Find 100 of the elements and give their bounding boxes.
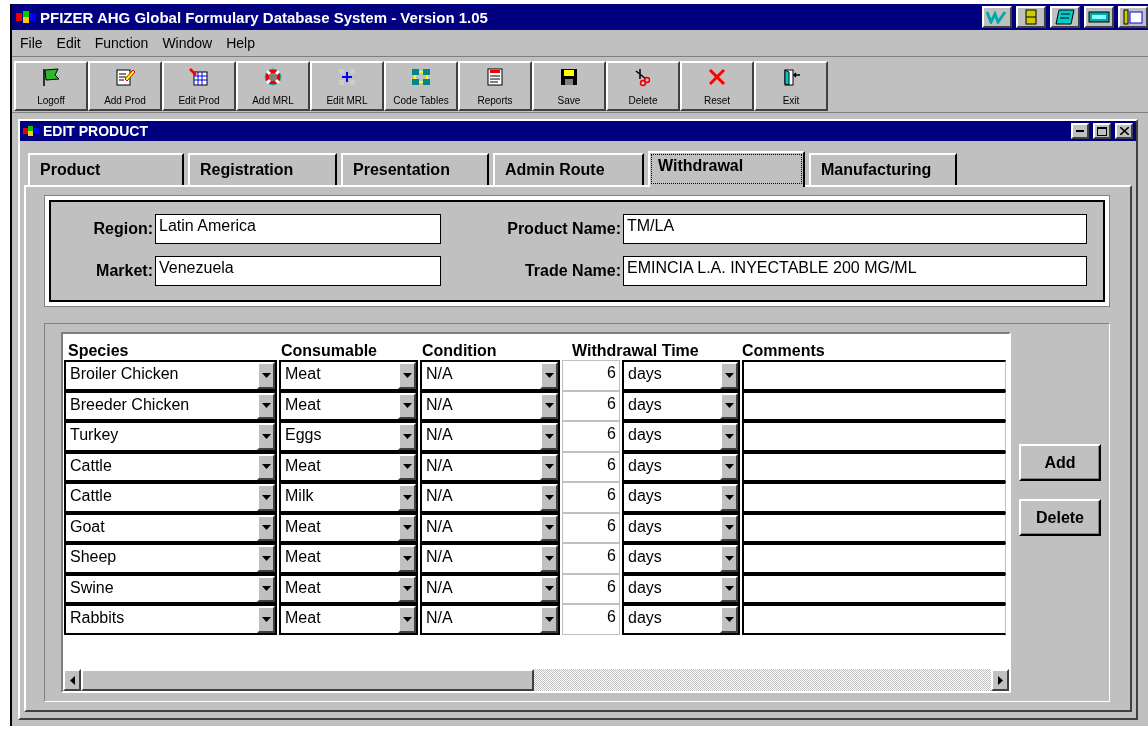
scroll-left-button[interactable]	[63, 669, 81, 691]
combo-box[interactable]: Sheep	[64, 543, 277, 574]
combo-box[interactable]: Turkey	[64, 421, 277, 452]
tray-button[interactable]	[1118, 6, 1148, 28]
toolbar-button[interactable]: Save	[532, 61, 606, 111]
combo-box[interactable]: days	[622, 604, 740, 635]
scroll-thumb[interactable]	[81, 669, 534, 691]
dropdown-button[interactable]	[257, 575, 275, 602]
dropdown-button[interactable]	[398, 484, 416, 511]
dropdown-button[interactable]	[257, 606, 275, 633]
number-field[interactable]: 6	[562, 390, 620, 421]
combo-box[interactable]: Goat	[64, 512, 277, 543]
combo-box[interactable]: Milk	[279, 482, 418, 513]
dropdown-button[interactable]	[398, 575, 416, 602]
dropdown-button[interactable]	[257, 514, 275, 541]
combo-box[interactable]: Meat	[279, 390, 418, 421]
horizontal-scrollbar[interactable]	[63, 669, 1009, 691]
combo-box[interactable]: N/A	[420, 482, 560, 513]
dropdown-button[interactable]	[398, 545, 416, 572]
dropdown-button[interactable]	[540, 392, 558, 419]
toolbar-button[interactable]: Logoff	[14, 61, 88, 111]
dropdown-button[interactable]	[540, 575, 558, 602]
dropdown-button[interactable]	[398, 392, 416, 419]
action-button[interactable]: Delete	[1019, 499, 1101, 536]
number-field[interactable]: 6	[562, 421, 620, 452]
text-field[interactable]: EMINCIA L.A. INYECTABLE 200 MG/ML	[623, 256, 1087, 286]
dropdown-button[interactable]	[540, 606, 558, 633]
toolbar-button[interactable]: Edit Prod	[162, 61, 236, 111]
dropdown-button[interactable]	[540, 484, 558, 511]
tray-button[interactable]	[1084, 6, 1114, 28]
number-field[interactable]: 6	[562, 482, 620, 513]
comment-field[interactable]	[742, 543, 1006, 574]
combo-box[interactable]: Rabbits	[64, 604, 277, 635]
dropdown-button[interactable]	[720, 362, 738, 389]
close-button[interactable]	[1115, 123, 1133, 139]
dropdown-button[interactable]	[398, 423, 416, 450]
toolbar-button[interactable]: Add MRL	[236, 61, 310, 111]
toolbar-button[interactable]: Reports	[458, 61, 532, 111]
combo-box[interactable]: N/A	[420, 543, 560, 574]
dropdown-button[interactable]	[720, 575, 738, 602]
dropdown-button[interactable]	[398, 453, 416, 480]
dropdown-button[interactable]	[540, 514, 558, 541]
dropdown-button[interactable]	[257, 362, 275, 389]
dropdown-button[interactable]	[540, 545, 558, 572]
combo-box[interactable]: days	[622, 573, 740, 604]
dropdown-button[interactable]	[540, 423, 558, 450]
number-field[interactable]: 6	[562, 512, 620, 543]
dropdown-button[interactable]	[720, 392, 738, 419]
number-field[interactable]: 6	[562, 360, 620, 391]
dropdown-button[interactable]	[398, 606, 416, 633]
tab[interactable]: Product	[28, 153, 184, 185]
dropdown-button[interactable]	[720, 423, 738, 450]
menu-item[interactable]: Window	[162, 35, 213, 51]
comment-field[interactable]	[742, 421, 1006, 452]
comment-field[interactable]	[742, 360, 1006, 391]
combo-box[interactable]: N/A	[420, 390, 560, 421]
dropdown-button[interactable]	[720, 484, 738, 511]
minimize-button[interactable]	[1071, 123, 1089, 139]
dropdown-button[interactable]	[720, 514, 738, 541]
tray-button[interactable]	[1016, 6, 1046, 28]
combo-box[interactable]: Meat	[279, 451, 418, 482]
combo-box[interactable]: days	[622, 360, 740, 391]
combo-box[interactable]: N/A	[420, 573, 560, 604]
combo-box[interactable]: Cattle	[64, 482, 277, 513]
text-field[interactable]: TM/LA	[623, 214, 1087, 244]
number-field[interactable]: 6	[562, 604, 620, 635]
combo-box[interactable]: Meat	[279, 573, 418, 604]
combo-box[interactable]: Meat	[279, 512, 418, 543]
combo-box[interactable]: Meat	[279, 360, 418, 391]
combo-box[interactable]: Swine	[64, 573, 277, 604]
combo-box[interactable]: Meat	[279, 543, 418, 574]
dropdown-button[interactable]	[257, 392, 275, 419]
dropdown-button[interactable]	[257, 545, 275, 572]
comment-field[interactable]	[742, 604, 1006, 635]
dropdown-button[interactable]	[720, 606, 738, 633]
dropdown-button[interactable]	[257, 453, 275, 480]
combo-box[interactable]: days	[622, 512, 740, 543]
combo-box[interactable]: days	[622, 421, 740, 452]
dropdown-button[interactable]	[398, 362, 416, 389]
menu-item[interactable]: Help	[226, 35, 255, 51]
combo-box[interactable]: Eggs	[279, 421, 418, 452]
scroll-right-button[interactable]	[991, 669, 1009, 691]
combo-box[interactable]: N/A	[420, 512, 560, 543]
dropdown-button[interactable]	[257, 484, 275, 511]
text-field[interactable]: Venezuela	[155, 256, 441, 286]
tab[interactable]: Presentation	[341, 153, 489, 185]
text-field[interactable]: Latin America	[155, 214, 441, 244]
comment-field[interactable]	[742, 482, 1006, 513]
combo-box[interactable]: N/A	[420, 360, 560, 391]
combo-box[interactable]: N/A	[420, 451, 560, 482]
combo-box[interactable]: Cattle	[64, 451, 277, 482]
combo-box[interactable]: Broiler Chicken	[64, 360, 277, 391]
toolbar-button[interactable]: Delete	[606, 61, 680, 111]
comment-field[interactable]	[742, 390, 1006, 421]
maximize-button[interactable]	[1093, 123, 1111, 139]
dropdown-button[interactable]	[540, 453, 558, 480]
menu-item[interactable]: File	[20, 35, 43, 51]
combo-box[interactable]: days	[622, 390, 740, 421]
menu-item[interactable]: Edit	[56, 35, 81, 51]
dropdown-button[interactable]	[257, 423, 275, 450]
